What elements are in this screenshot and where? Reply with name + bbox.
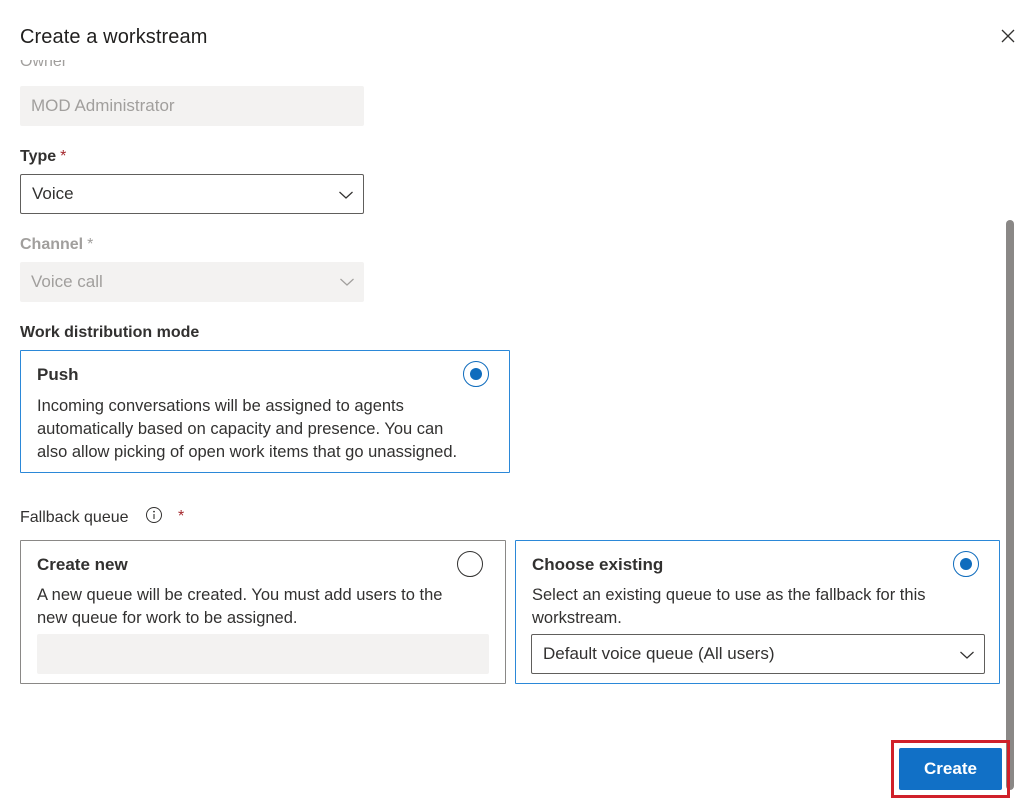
owner-label: Owner	[20, 60, 68, 70]
choose-existing-desc-line: Select an existing queue to use as the f…	[532, 586, 926, 604]
create-new-radio[interactable]	[457, 551, 483, 577]
create-workstream-panel: Create a workstream Owner MOD Administra…	[0, 0, 1026, 812]
radio-dot	[469, 367, 482, 380]
create-button[interactable]: Create	[899, 748, 1002, 790]
info-icon[interactable]	[145, 506, 163, 524]
push-desc-line: also allow picking of open work items th…	[37, 443, 458, 461]
existing-queue-dropdown[interactable]: Default voice queue (All users)	[531, 634, 985, 674]
scrollbar-thumb[interactable]	[1006, 220, 1014, 790]
owner-value: MOD Administrator	[31, 96, 175, 115]
create-new-title: Create new	[37, 555, 128, 574]
dialog-title: Create a workstream	[20, 26, 208, 48]
push-desc-line: automatically based on capacity and pres…	[37, 420, 444, 438]
create-new-description: A new queue will be created. You must ad…	[37, 584, 442, 630]
choose-existing-radio[interactable]	[953, 551, 979, 577]
close-icon	[1001, 29, 1015, 43]
choose-existing-desc-line: workstream.	[532, 609, 622, 627]
type-required-mark: *	[60, 148, 67, 165]
type-dropdown[interactable]: Voice	[20, 174, 364, 214]
work-distribution-label: Work distribution mode	[20, 324, 200, 341]
radio-dot	[959, 557, 972, 570]
channel-dropdown: Voice call	[20, 262, 364, 302]
chevron-down-icon	[339, 191, 353, 199]
choose-existing-queue-card[interactable]: Choose existing Select an existing queue…	[515, 540, 1000, 684]
choose-existing-title: Choose existing	[532, 555, 664, 574]
existing-queue-value: Default voice queue (All users)	[543, 644, 775, 663]
fallback-queue-label: Fallback queue	[20, 509, 129, 526]
channel-label: Channel *	[20, 236, 93, 254]
type-value: Voice	[32, 184, 74, 203]
chevron-down-icon	[340, 278, 354, 286]
push-title: Push	[37, 365, 79, 384]
create-new-desc-line: new queue for work to be assigned.	[37, 609, 298, 627]
push-mode-card[interactable]: Push Incoming conversations will be assi…	[20, 350, 510, 473]
fallback-required-mark: *	[178, 508, 185, 525]
push-description: Incoming conversations will be assigned …	[37, 395, 457, 464]
push-desc-line: Incoming conversations will be assigned …	[37, 397, 404, 415]
new-queue-name-input	[37, 634, 489, 674]
owner-field: MOD Administrator	[20, 86, 364, 126]
choose-existing-description: Select an existing queue to use as the f…	[532, 584, 926, 630]
close-button[interactable]	[996, 24, 1020, 48]
type-label: Type *	[20, 148, 66, 166]
type-label-text: Type	[20, 148, 57, 165]
push-radio[interactable]	[463, 361, 489, 387]
owner-label-clip: Owner	[20, 60, 220, 76]
channel-value: Voice call	[31, 272, 103, 291]
create-new-desc-line: A new queue will be created. You must ad…	[37, 586, 443, 604]
channel-required-mark: *	[87, 236, 94, 253]
create-new-queue-card[interactable]: Create new A new queue will be created. …	[20, 540, 506, 684]
channel-label-text: Channel	[20, 236, 84, 253]
chevron-down-icon	[960, 651, 974, 659]
